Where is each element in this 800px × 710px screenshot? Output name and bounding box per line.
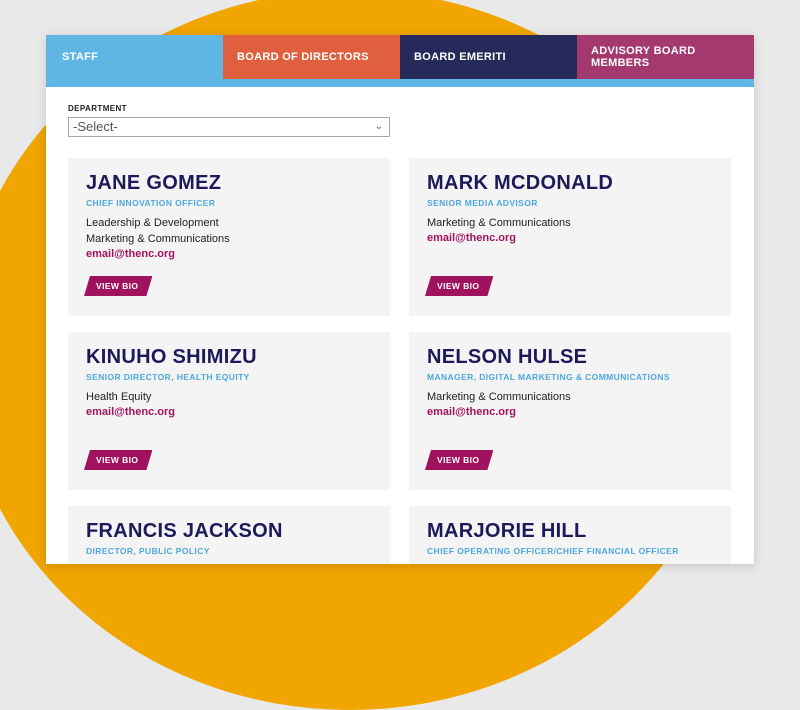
staff-name: JANE GOMEZ — [86, 172, 222, 194]
staff-department: Marketing & Communications — [86, 233, 230, 245]
staff-name: MARJORIE HILL — [427, 520, 587, 542]
staff-name: NELSON HULSE — [427, 346, 588, 368]
staff-email-link[interactable]: email@thenc.org — [427, 232, 713, 244]
staff-card: NELSON HULSE MANAGER, DIGITAL MARKETING … — [409, 332, 731, 490]
tab-board-emeriti[interactable]: BOARD EMERITI — [400, 35, 577, 79]
staff-name: MARK MCDONALD — [427, 172, 614, 194]
staff-card: MARJORIE HILL CHIEF OPERATING OFFICER/CH… — [409, 506, 731, 564]
view-bio-button[interactable]: VIEW BIO — [84, 450, 152, 470]
staff-title: MANAGER, DIGITAL MARKETING & COMMUNICATI… — [427, 372, 670, 382]
department-select-value: -Select- — [73, 119, 118, 134]
staff-title: DIRECTOR, PUBLIC POLICY — [86, 546, 210, 556]
view-bio-button[interactable]: VIEW BIO — [84, 276, 152, 296]
department-select[interactable]: -Select- ⌄ — [68, 117, 390, 137]
chevron-down-icon: ⌄ — [374, 121, 383, 132]
staff-email-link[interactable]: email@thenc.org — [86, 406, 372, 418]
staff-department: Marketing & Communications — [427, 217, 571, 229]
staff-name: KINUHO SHIMIZU — [86, 346, 257, 368]
staff-title: SENIOR MEDIA ADVISOR — [427, 198, 538, 208]
department-label: DEPARTMENT — [68, 104, 127, 113]
staff-name: FRANCIS JACKSON — [86, 520, 283, 542]
staff-email-link[interactable]: email@thenc.org — [86, 248, 372, 260]
tab-advisory-board-members[interactable]: ADVISORY BOARD MEMBERS — [577, 35, 754, 79]
staff-card: MARK MCDONALD SENIOR MEDIA ADVISOR Marke… — [409, 158, 731, 316]
staff-card: KINUHO SHIMIZU SENIOR DIRECTOR, HEALTH E… — [68, 332, 390, 490]
staff-department: Health Equity — [86, 391, 152, 403]
tab-staff[interactable]: STAFF — [46, 35, 223, 79]
staff-department: Marketing & Communications — [427, 391, 571, 403]
staff-title: CHIEF OPERATING OFFICER/CHIEF FINANCIAL … — [427, 546, 679, 556]
view-bio-button[interactable]: VIEW BIO — [425, 450, 493, 470]
staff-card: JANE GOMEZ CHIEF INNOVATION OFFICER Lead… — [68, 158, 390, 316]
view-bio-button[interactable]: VIEW BIO — [425, 276, 493, 296]
tab-bar: STAFF BOARD OF DIRECTORS BOARD EMERITI A… — [46, 35, 754, 87]
staff-title: CHIEF INNOVATION OFFICER — [86, 198, 216, 208]
staff-title: SENIOR DIRECTOR, HEALTH EQUITY — [86, 372, 250, 382]
staff-department: Leadership & Development — [86, 217, 219, 229]
tab-board-of-directors[interactable]: BOARD OF DIRECTORS — [223, 35, 400, 79]
department-filter: DEPARTMENT -Select- ⌄ — [68, 104, 390, 137]
staff-email-link[interactable]: email@thenc.org — [427, 406, 713, 418]
staff-directory-panel: STAFF BOARD OF DIRECTORS BOARD EMERITI A… — [46, 35, 754, 564]
staff-card: FRANCIS JACKSON DIRECTOR, PUBLIC POLICY — [68, 506, 390, 564]
